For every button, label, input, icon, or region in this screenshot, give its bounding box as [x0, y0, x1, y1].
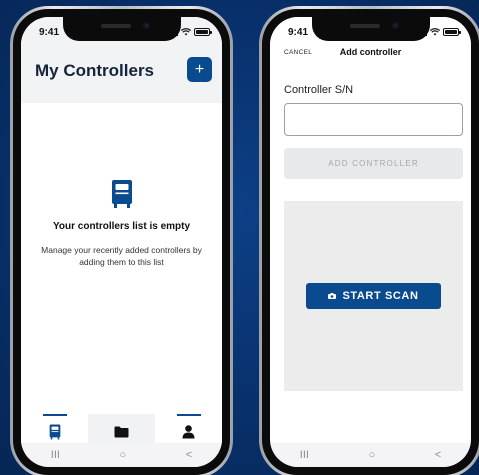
screen-my-controllers: 9:41 My Controllers + Your controllers l	[21, 17, 222, 467]
front-camera	[142, 22, 150, 29]
screen-add-controller: 9:41 Add controller CANCEL Controller S/…	[270, 17, 471, 467]
controller-icon	[111, 180, 132, 208]
folder-icon	[114, 426, 129, 438]
add-controller-button[interactable]: ADD CONTROLLER	[284, 148, 463, 179]
phone-bezel: 9:41 Add controller CANCEL Controller S/…	[262, 9, 479, 475]
recents-button[interactable]: III	[51, 449, 60, 461]
serial-number-input[interactable]	[284, 103, 463, 136]
battery-icon	[443, 28, 461, 36]
empty-state-title: Your controllers list is empty	[52, 221, 191, 232]
phone-add-controller: 9:41 Add controller CANCEL Controller S/…	[259, 6, 479, 475]
serial-number-label: Controller S/N	[284, 84, 354, 96]
phone-bezel: 9:41 My Controllers + Your controllers l	[13, 9, 230, 475]
speaker	[349, 24, 380, 28]
page-title: My Controllers	[35, 61, 155, 80]
status-time: 9:41	[288, 26, 309, 38]
home-button[interactable]: ○	[369, 449, 376, 461]
camera-icon	[328, 293, 337, 299]
home-button[interactable]: ○	[120, 449, 127, 461]
add-controller-button[interactable]: +	[187, 57, 212, 82]
scan-area: START SCAN	[284, 201, 463, 391]
android-nav-bar: III ○ <	[270, 443, 471, 467]
android-nav-bar: III ○ <	[21, 443, 222, 467]
recents-button[interactable]: III	[300, 449, 309, 461]
notch	[62, 17, 181, 41]
battery-icon	[194, 28, 212, 36]
empty-state: Your controllers list is empty Manage yo…	[21, 179, 222, 269]
front-camera	[391, 22, 399, 29]
wifi-icon	[430, 28, 440, 36]
back-button[interactable]: <	[435, 449, 441, 461]
phone-my-controllers: 9:41 My Controllers + Your controllers l	[10, 6, 233, 475]
back-button[interactable]: <	[186, 449, 192, 461]
person-icon	[182, 425, 195, 439]
speaker	[100, 24, 131, 28]
notch	[311, 17, 430, 41]
controller-icon	[49, 424, 60, 440]
wifi-icon	[181, 28, 191, 36]
cancel-button[interactable]: CANCEL	[284, 49, 312, 56]
empty-state-description: Manage your recently added controllers b…	[41, 245, 202, 268]
start-scan-button[interactable]: START SCAN	[306, 283, 441, 309]
status-time: 9:41	[39, 26, 60, 38]
start-scan-label: START SCAN	[342, 290, 419, 302]
